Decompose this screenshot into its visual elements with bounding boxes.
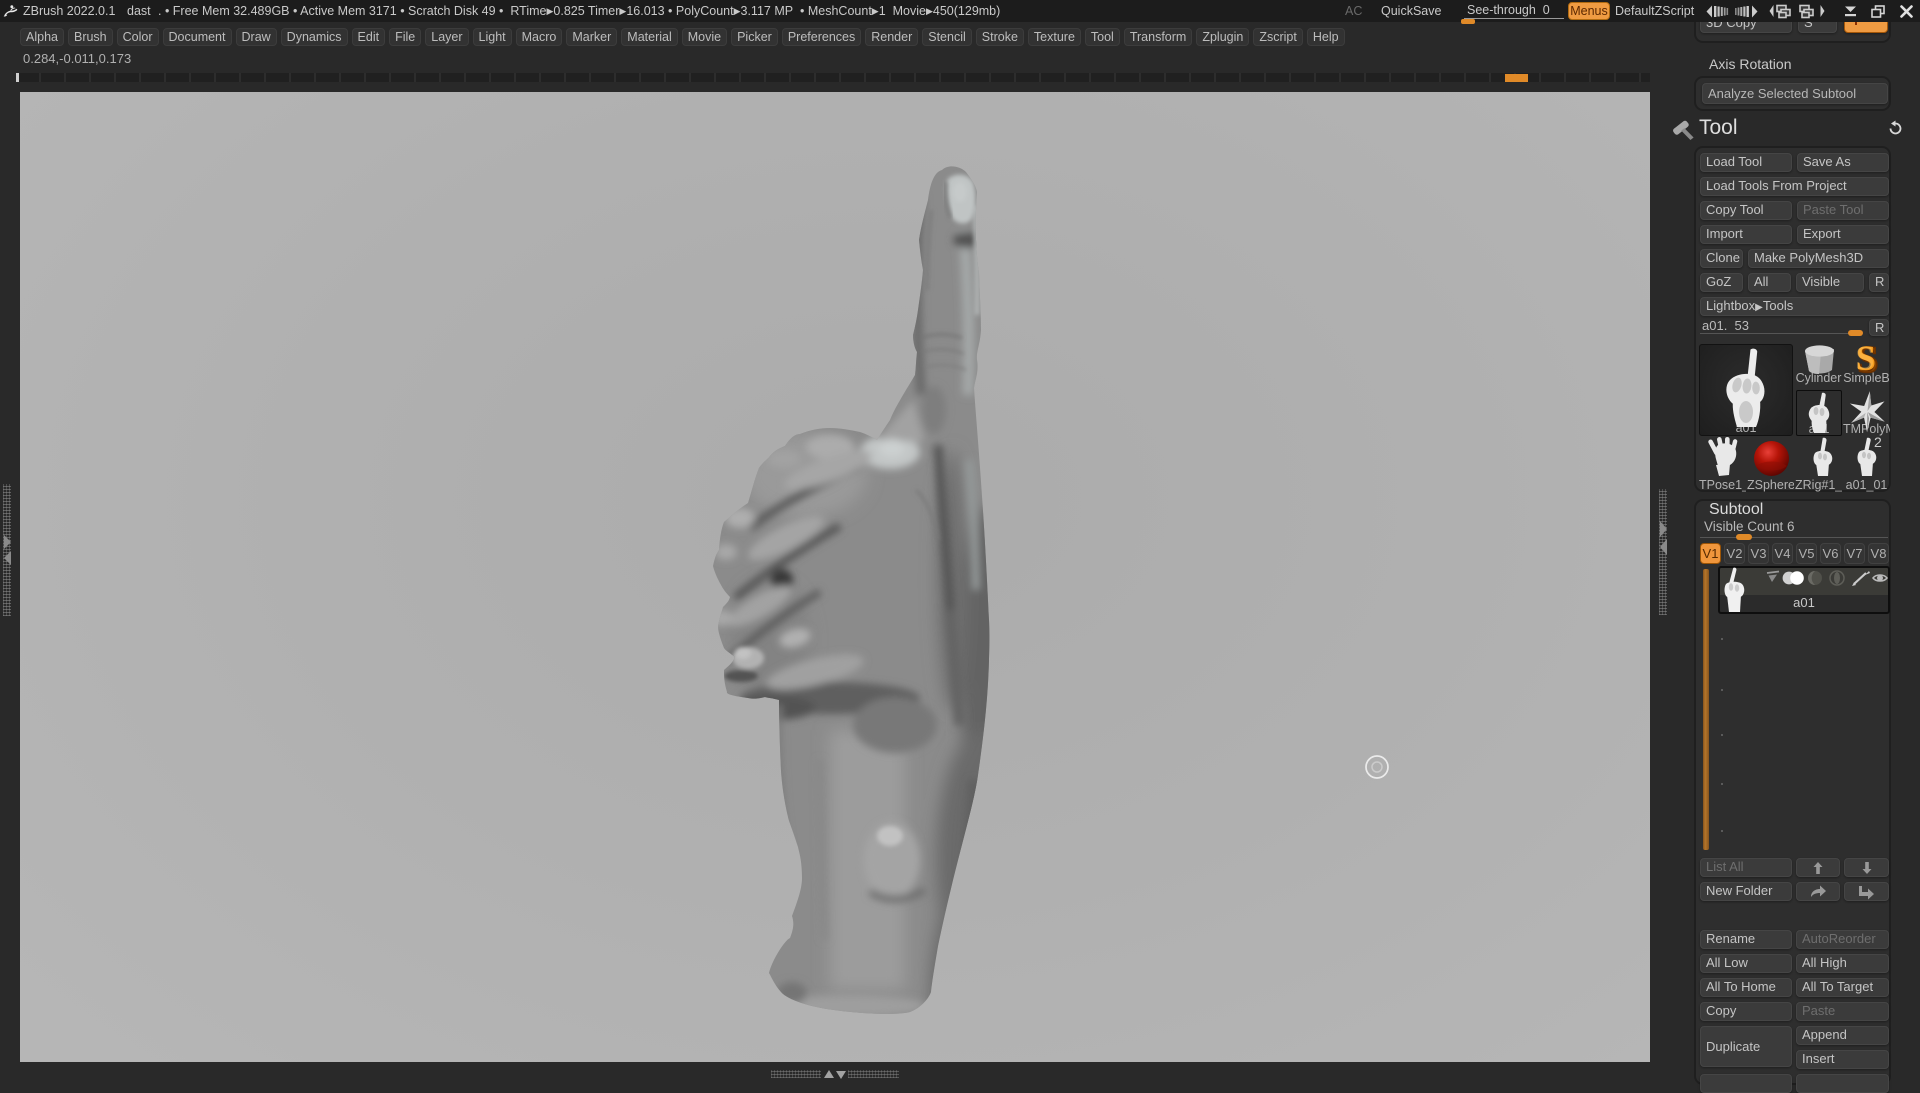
svg-text:S: S: [1856, 343, 1875, 375]
